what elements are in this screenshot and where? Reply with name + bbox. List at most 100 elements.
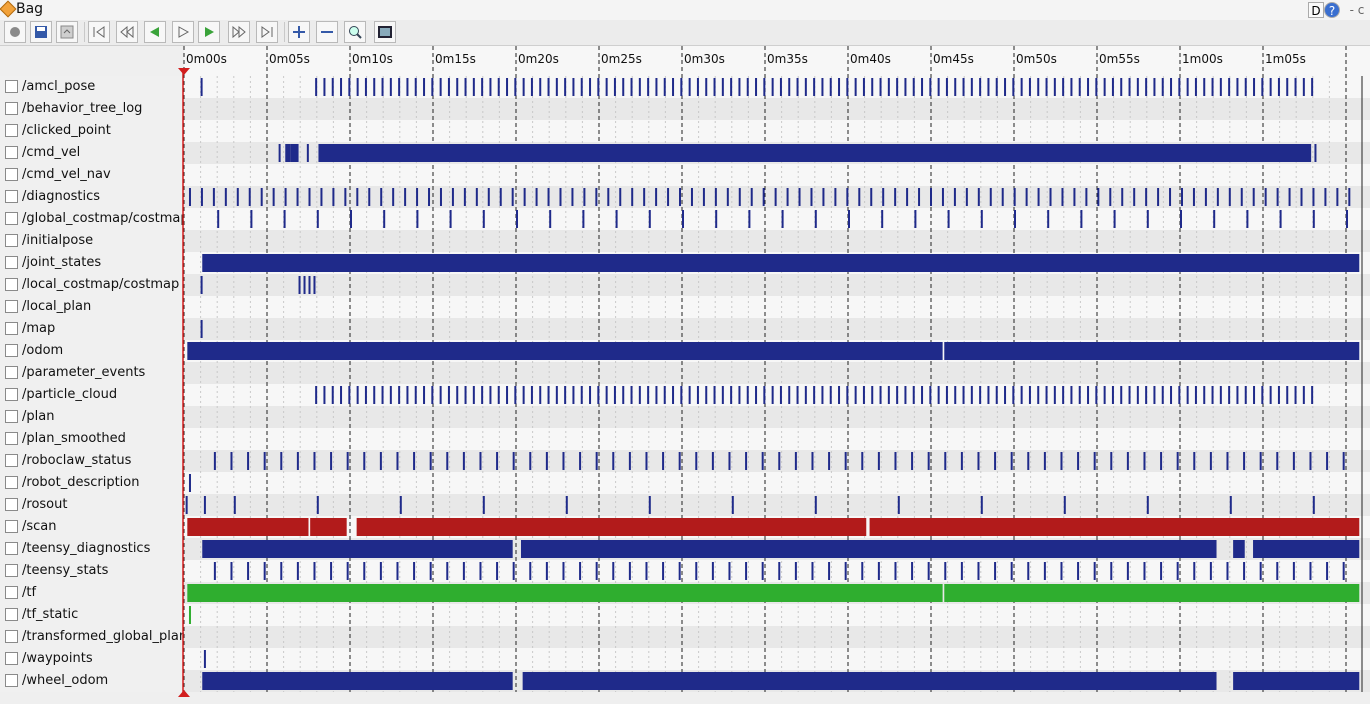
- message-tick: [695, 562, 698, 580]
- topic-checkbox[interactable]: [5, 586, 18, 599]
- thumbnails-button[interactable]: [374, 21, 396, 43]
- topic-checkbox[interactable]: [5, 498, 18, 511]
- window-title: Bag: [16, 1, 44, 17]
- topic-list: /amcl_pose/behavior_tree_log/clicked_poi…: [0, 76, 189, 692]
- topic-checkbox[interactable]: [5, 542, 18, 555]
- message-tick: [260, 188, 263, 206]
- message-tick: [247, 562, 250, 580]
- message-tick: [547, 78, 550, 96]
- message-tick: [463, 188, 466, 206]
- topic-checkbox[interactable]: [5, 256, 18, 269]
- help-button[interactable]: ?: [1324, 2, 1340, 18]
- skip-forward-button[interactable]: [228, 21, 250, 43]
- topic-checkbox[interactable]: [5, 388, 18, 401]
- message-tick: [1228, 386, 1231, 404]
- message-tick: [631, 188, 634, 206]
- time-tick-label: 0m00s: [186, 52, 227, 66]
- message-tick: [921, 386, 924, 404]
- message-tick: [680, 78, 683, 96]
- message-tick: [881, 210, 884, 228]
- topic-checkbox[interactable]: [5, 102, 18, 115]
- message-tick: [1229, 496, 1232, 514]
- topic-checkbox[interactable]: [5, 322, 18, 335]
- message-tick: [316, 496, 319, 514]
- topic-checkbox[interactable]: [5, 630, 18, 643]
- message-tick: [429, 562, 432, 580]
- message-tick: [1028, 78, 1031, 96]
- pause-button[interactable]: [172, 21, 194, 43]
- topic-checkbox[interactable]: [5, 212, 18, 225]
- message-tick: [1012, 386, 1015, 404]
- zoom-fit-button[interactable]: [344, 21, 366, 43]
- topic-row: /plan: [0, 406, 184, 428]
- message-tick: [296, 452, 299, 470]
- message-tick: [1093, 452, 1096, 470]
- message-tick: [481, 78, 484, 96]
- topic-label: /wheel_odom: [22, 673, 109, 688]
- go-start-button[interactable]: [88, 21, 110, 43]
- topic-checkbox[interactable]: [5, 366, 18, 379]
- message-tick: [667, 188, 670, 206]
- message-tick: [711, 562, 714, 580]
- message-tick: [779, 78, 782, 96]
- minimize-button[interactable]: - c: [1344, 2, 1370, 18]
- message-tick: [489, 78, 492, 96]
- message-tick: [730, 386, 733, 404]
- load-button[interactable]: [56, 21, 78, 43]
- message-tick: [535, 188, 538, 206]
- message-tick: [894, 562, 897, 580]
- message-tick: [545, 562, 548, 580]
- go-end-button[interactable]: [256, 21, 278, 43]
- topic-checkbox[interactable]: [5, 410, 18, 423]
- topic-checkbox[interactable]: [5, 234, 18, 247]
- topic-checkbox[interactable]: [5, 564, 18, 577]
- playhead-bottom-marker[interactable]: [178, 690, 190, 697]
- save-button[interactable]: [30, 21, 52, 43]
- topic-checkbox[interactable]: [5, 190, 18, 203]
- timeline-canvas[interactable]: [0, 0, 1370, 704]
- message-tick: [1259, 452, 1262, 470]
- message-tick: [263, 562, 266, 580]
- message-tick: [348, 386, 351, 404]
- message-tick: [613, 386, 616, 404]
- topic-checkbox[interactable]: [5, 300, 18, 313]
- record-button[interactable]: [4, 21, 26, 43]
- play-button[interactable]: [198, 21, 220, 43]
- topic-checkbox[interactable]: [5, 146, 18, 159]
- topic-checkbox[interactable]: [5, 124, 18, 137]
- playhead-top-marker[interactable]: [178, 68, 190, 75]
- message-tick: [713, 78, 716, 96]
- message-tick: [298, 276, 301, 294]
- play-back-button[interactable]: [144, 21, 166, 43]
- topic-label: /initialpose: [22, 233, 94, 248]
- message-tick: [794, 562, 797, 580]
- message-tick: [731, 496, 734, 514]
- message-tick: [738, 188, 741, 206]
- message-tick: [1244, 386, 1247, 404]
- message-tick: [814, 210, 817, 228]
- topic-checkbox[interactable]: [5, 278, 18, 291]
- message-tick: [1243, 452, 1246, 470]
- skip-back-button[interactable]: [116, 21, 138, 43]
- topic-checkbox[interactable]: [5, 80, 18, 93]
- message-tick: [605, 78, 608, 96]
- topic-checkbox[interactable]: [5, 344, 18, 357]
- topic-row: /cmd_vel: [0, 142, 184, 164]
- topic-checkbox[interactable]: [5, 454, 18, 467]
- topic-checkbox[interactable]: [5, 476, 18, 489]
- message-tick: [1113, 210, 1116, 228]
- topic-checkbox[interactable]: [5, 652, 18, 665]
- topic-checkbox[interactable]: [5, 168, 18, 181]
- topic-checkbox[interactable]: [5, 608, 18, 621]
- dock-button[interactable]: D: [1308, 2, 1324, 18]
- topic-label: /tf: [22, 585, 37, 600]
- message-tick: [1037, 78, 1040, 96]
- message-tick: [871, 386, 874, 404]
- topic-checkbox[interactable]: [5, 674, 18, 687]
- message-tick: [1070, 386, 1073, 404]
- zoom-in-button[interactable]: [288, 21, 310, 43]
- topic-checkbox[interactable]: [5, 432, 18, 445]
- message-tick: [346, 562, 349, 580]
- zoom-out-button[interactable]: [316, 21, 338, 43]
- topic-checkbox[interactable]: [5, 520, 18, 533]
